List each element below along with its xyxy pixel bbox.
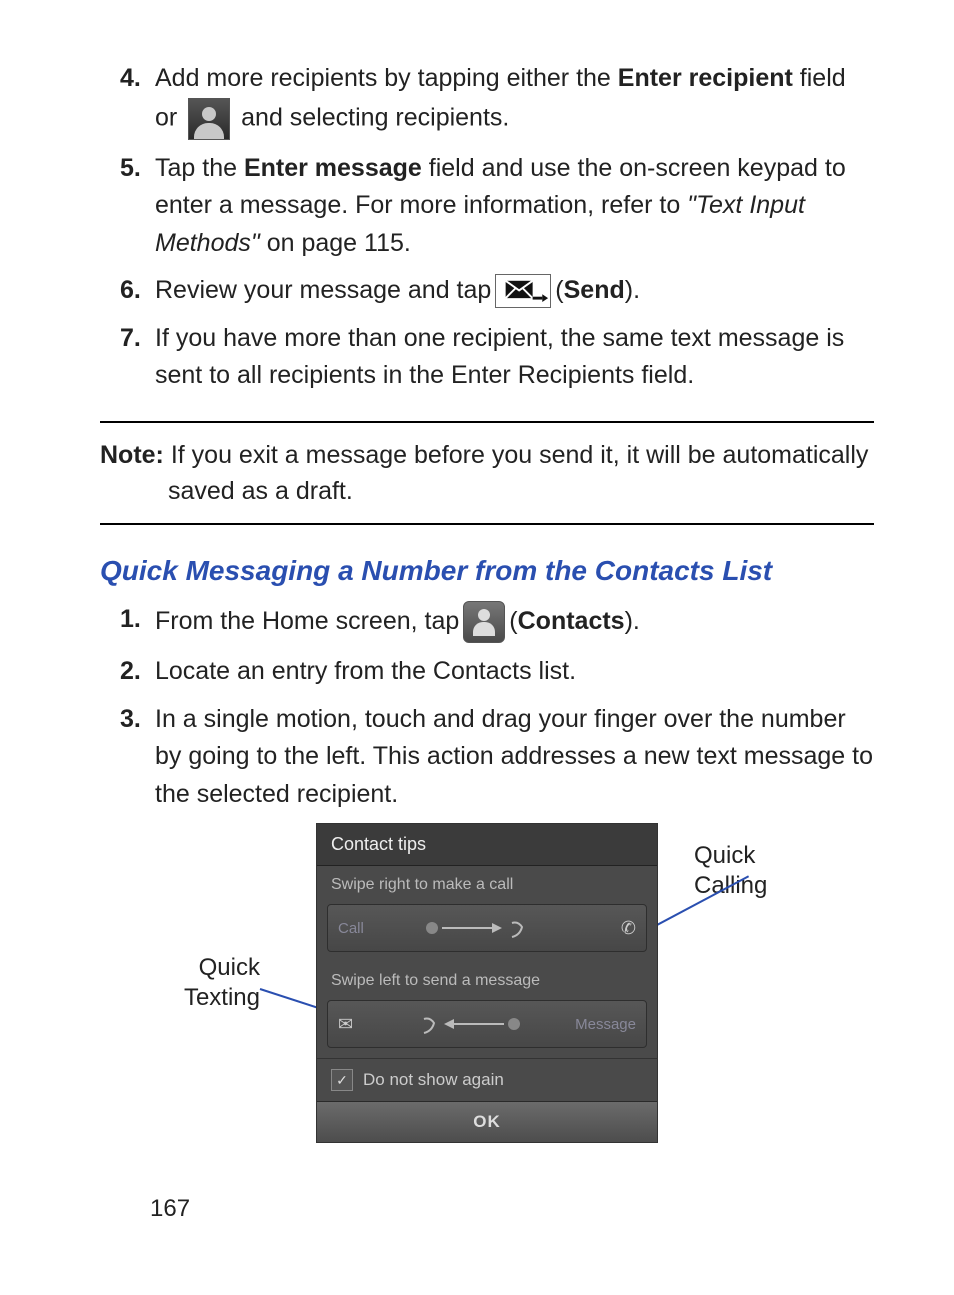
step-body: Locate an entry from the Contacts list. bbox=[155, 653, 874, 691]
text: and selecting recipients. bbox=[241, 103, 509, 131]
message-word: Message bbox=[575, 1016, 636, 1033]
swipe-call-row: Call ✆ bbox=[327, 904, 647, 952]
checkbox-label: Do not show again bbox=[363, 1070, 504, 1090]
step-body: In a single motion, touch and drag your … bbox=[155, 701, 874, 814]
call-word: Call bbox=[338, 920, 364, 937]
text: From the Home screen, tap bbox=[155, 603, 459, 641]
phone-dialog: Contact tips Swipe right to make a call … bbox=[316, 823, 658, 1143]
text: If you have more than one recipient, the… bbox=[155, 324, 844, 390]
step-body: From the Home screen, tap (Contacts). bbox=[155, 601, 874, 643]
text: In a single motion, touch and drag your … bbox=[155, 705, 873, 808]
step-b2: 2. Locate an entry from the Contacts lis… bbox=[100, 653, 874, 691]
step-6: 6. Review your message and tap (Send). bbox=[100, 272, 874, 310]
text: on page 115. bbox=[260, 229, 411, 257]
text: Locate an entry from the Contacts list. bbox=[155, 657, 576, 685]
note-block: Note: If you exit a message before you s… bbox=[100, 421, 874, 526]
text: ( bbox=[509, 603, 517, 641]
page-number: 167 bbox=[150, 1195, 190, 1223]
phone-handset-icon: ✆ bbox=[621, 918, 636, 939]
text: Review your message and tap bbox=[155, 272, 491, 310]
note-text: If you exit a message before you send it… bbox=[164, 441, 869, 505]
step-number: 2. bbox=[100, 653, 155, 691]
swipe-msg-label: Swipe left to send a message bbox=[317, 962, 657, 996]
text: ). bbox=[625, 603, 640, 641]
swipe-right-arrow-icon bbox=[422, 913, 562, 943]
note-label: Note: bbox=[100, 441, 164, 469]
steps-list-a: 4. Add more recipients by tapping either… bbox=[100, 60, 874, 395]
text: Tap the bbox=[155, 154, 244, 182]
steps-list-b: 1. From the Home screen, tap (Contacts).… bbox=[100, 601, 874, 813]
step-number: 4. bbox=[100, 60, 155, 98]
section-heading: Quick Messaging a Number from the Contac… bbox=[100, 555, 874, 587]
step-4: 4. Add more recipients by tapping either… bbox=[100, 60, 874, 140]
step-body: Tap the Enter message field and use the … bbox=[155, 150, 874, 263]
swipe-message-row: ✉ Message bbox=[327, 1000, 647, 1048]
checkbox-icon[interactable]: ✓ bbox=[331, 1069, 353, 1091]
callout-quick-texting: Quick Texting bbox=[120, 953, 260, 1013]
step-body: If you have more than one recipient, the… bbox=[155, 320, 874, 395]
bold-text: Contacts bbox=[518, 603, 625, 641]
step-b1: 1. From the Home screen, tap (Contacts). bbox=[100, 601, 874, 643]
step-number: 5. bbox=[100, 150, 155, 188]
contact-silhouette-icon bbox=[188, 98, 230, 140]
step-body: Add more recipients by tapping either th… bbox=[155, 60, 874, 140]
step-number: 6. bbox=[100, 272, 155, 310]
step-number: 3. bbox=[100, 701, 155, 739]
step-number: 7. bbox=[100, 320, 155, 358]
bold-text: Send bbox=[564, 272, 625, 310]
text: ( bbox=[555, 272, 563, 310]
bold-text: Enter message bbox=[244, 154, 422, 182]
step-b3: 3. In a single motion, touch and drag yo… bbox=[100, 701, 874, 814]
do-not-show-row[interactable]: ✓ Do not show again bbox=[317, 1058, 657, 1101]
contacts-app-icon bbox=[463, 601, 505, 643]
swipe-call-label: Swipe right to make a call bbox=[317, 866, 657, 900]
ok-button[interactable]: OK bbox=[317, 1101, 657, 1142]
swipe-left-arrow-icon bbox=[394, 1009, 534, 1039]
dialog-title: Contact tips bbox=[317, 824, 657, 866]
step-5: 5. Tap the Enter message field and use t… bbox=[100, 150, 874, 263]
envelope-icon: ✉ bbox=[338, 1014, 353, 1035]
send-envelope-icon bbox=[495, 274, 551, 308]
figure-contact-tips: Quick Texting Quick Calling Contact tips… bbox=[100, 823, 874, 1203]
step-body: Review your message and tap (Send). bbox=[155, 272, 874, 310]
step-number: 1. bbox=[100, 601, 155, 639]
text: Add more recipients by tapping either th… bbox=[155, 64, 618, 92]
bold-text: Enter recipient bbox=[618, 64, 793, 92]
text: ). bbox=[625, 272, 640, 310]
step-7: 7. If you have more than one recipient, … bbox=[100, 320, 874, 395]
